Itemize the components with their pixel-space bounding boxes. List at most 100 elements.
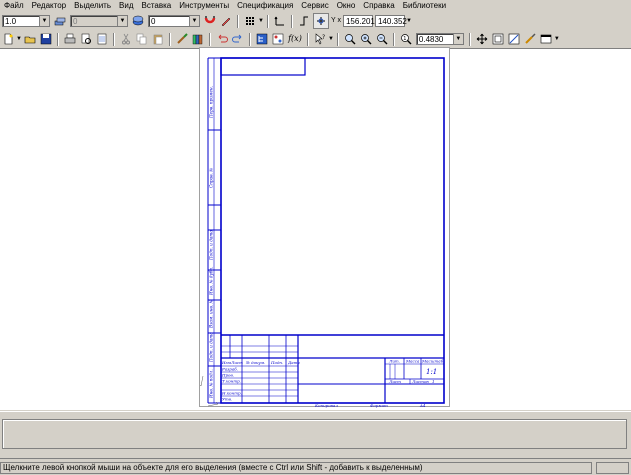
format-label: Формат (370, 403, 388, 408)
layers-icon[interactable] (53, 14, 67, 28)
stamp-col-sheet: Лист (230, 360, 243, 365)
chevron-down-icon[interactable]: ▼ (39, 16, 49, 26)
menu-tools[interactable]: Инструменты (175, 0, 233, 12)
side-label-sign-date-1: Подп. и дата (209, 230, 214, 261)
cut-icon[interactable] (119, 32, 133, 46)
menu-view[interactable]: Вид (115, 0, 137, 12)
toolbar-separator (248, 32, 251, 46)
chevron-down-icon[interactable]: ▼ (554, 36, 560, 42)
brush-icon[interactable] (175, 32, 189, 46)
coord-x-field[interactable]: 156.201 (342, 15, 375, 27)
show-all-icon[interactable] (491, 32, 505, 46)
chevron-down-icon[interactable]: ▼ (406, 18, 412, 24)
snap-icon[interactable] (312, 13, 329, 29)
menu-editor[interactable]: Редактор (28, 0, 70, 12)
library-icon[interactable] (191, 32, 205, 46)
drawing-sheet[interactable]: Перв. примен. Справ. № Подп. и дата Инв.… (199, 47, 450, 408)
stamp-row-tech-control: Т.контр. (222, 379, 241, 384)
side-label-ref-no: Справ. № (209, 168, 214, 188)
properties-toolbar: 1.0 ▼ 0 ▼ 0 ▼ ▼ Y x 156.201 140.352 ▼ (0, 12, 631, 30)
coord-label: Y x (330, 17, 341, 24)
drawing-frame: Перв. примен. Справ. № Подп. и дата Инв.… (200, 57, 445, 408)
format-value: A4 (419, 403, 426, 408)
toolbar-separator (208, 32, 211, 46)
stamp-scale-label: Масштаб (421, 359, 444, 364)
command-panel-area[interactable] (2, 419, 627, 449)
tree-icon[interactable] (255, 32, 269, 46)
style-combo[interactable]: 0 ▼ (148, 15, 200, 27)
menu-service[interactable]: Сервис (297, 0, 332, 12)
copy-icon[interactable] (135, 32, 149, 46)
stamp-row-norm-control: Н.контр. (221, 391, 242, 396)
zoom-window-icon[interactable] (343, 32, 357, 46)
axes-icon[interactable] (273, 14, 287, 28)
zoom-in-icon[interactable] (359, 32, 373, 46)
save-icon[interactable] (39, 32, 53, 46)
chevron-down-icon[interactable]: ▼ (328, 36, 334, 42)
zoom-combo[interactable]: 0.4830 ▼ (415, 33, 464, 45)
toolbar-separator (56, 32, 59, 46)
pencil-icon[interactable] (219, 14, 233, 28)
preview-icon[interactable] (79, 32, 93, 46)
toolbar-separator (237, 14, 239, 28)
stamp-col-date: Дата (287, 360, 300, 365)
zoom-scale-icon[interactable]: 1 (399, 32, 413, 46)
toolbar-separator (112, 32, 115, 46)
variables-icon[interactable] (271, 32, 285, 46)
scale-value: 1.0 (5, 17, 17, 26)
redo-icon[interactable] (231, 32, 245, 46)
ortho-icon[interactable] (297, 14, 311, 28)
magnet-icon[interactable] (203, 14, 217, 28)
stamp-sheet-label: Лист (388, 379, 401, 384)
copied-label: Копировал (314, 403, 338, 408)
new-document-icon[interactable] (1, 32, 15, 46)
function-icon[interactable]: f(x) (287, 32, 303, 46)
command-panel (0, 411, 631, 459)
scale-combo[interactable]: 1.0 ▼ (2, 15, 50, 27)
chevron-down-icon[interactable]: ▼ (258, 18, 264, 24)
side-label-repl-inv: Взам. инв. № (209, 299, 214, 329)
toolbar-separator (306, 32, 309, 46)
brush-clean-icon[interactable] (523, 32, 537, 46)
menu-bar: Файл Редактор Выделить Вид Вставка Инстр… (0, 0, 631, 12)
menu-select[interactable]: Выделить (70, 0, 115, 12)
help-pointer-icon[interactable]: ? (313, 32, 327, 46)
svg-text:1: 1 (403, 36, 406, 42)
stamp-scale-value: 1:1 (426, 368, 437, 376)
zoom-value: 0.4830 (418, 35, 444, 44)
chevron-down-icon[interactable]: ▼ (16, 36, 22, 42)
stamp-col-sign: Подп. (270, 360, 283, 365)
chevron-down-icon[interactable]: ▼ (189, 16, 199, 26)
menu-help[interactable]: Справка (359, 0, 398, 12)
print-icon[interactable] (63, 32, 77, 46)
menu-file[interactable]: Файл (0, 0, 28, 12)
window-icon[interactable] (539, 32, 553, 46)
menu-insert[interactable]: Вставка (138, 0, 176, 12)
stamp-row-approved: Утв. (222, 397, 232, 402)
undo-icon[interactable] (215, 32, 229, 46)
stamp-row-checker: Пров. (221, 373, 234, 378)
svg-text:?: ? (322, 34, 325, 41)
properties-icon[interactable] (95, 32, 109, 46)
toolbar-separator (468, 32, 471, 46)
stamp-sheets-label: Листов (411, 379, 429, 384)
status-cell (596, 462, 629, 474)
zoom-out-icon[interactable] (375, 32, 389, 46)
status-hint: Щелкните левой кнопкой мыши на объекте д… (0, 462, 592, 474)
layer-combo[interactable]: 0 ▼ (70, 15, 128, 27)
grid-icon[interactable] (243, 14, 257, 28)
refresh-icon[interactable] (507, 32, 521, 46)
menu-window[interactable]: Окно (333, 0, 360, 12)
coord-y-field[interactable]: 140.352 (374, 15, 407, 27)
chevron-down-icon[interactable]: ▼ (452, 34, 463, 44)
toolbar-separator (266, 14, 269, 28)
paste-icon[interactable] (151, 32, 165, 46)
menu-libraries[interactable]: Библиотеки (399, 0, 450, 12)
side-label-orig-inv: Инв. № подл. (209, 369, 214, 399)
style-icon[interactable] (131, 14, 145, 28)
toolbar-separator (336, 32, 339, 46)
pan-icon[interactable] (475, 32, 489, 46)
menu-specification[interactable]: Спецификация (233, 0, 297, 12)
open-icon[interactable] (23, 32, 37, 46)
chevron-down-icon[interactable]: ▼ (117, 16, 127, 26)
